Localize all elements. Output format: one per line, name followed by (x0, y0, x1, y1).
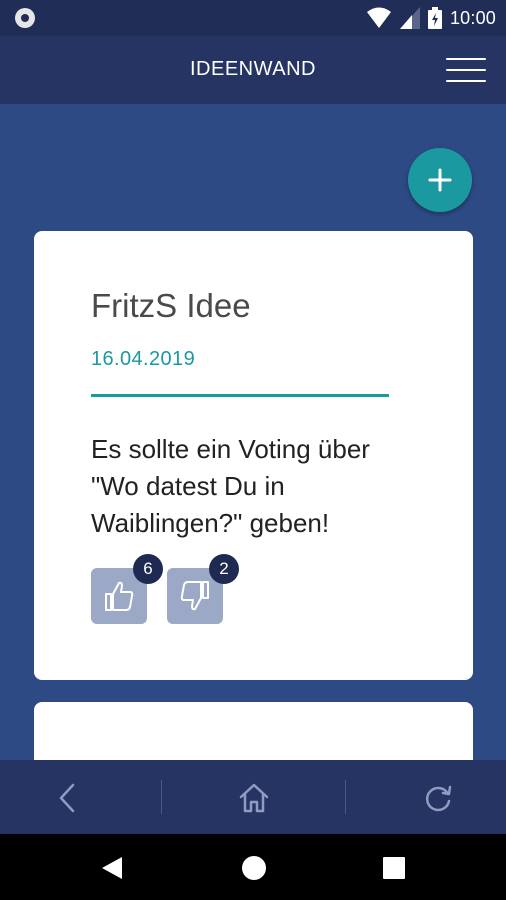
app-bar: IDEENWAND (0, 36, 506, 104)
idea-title: FritzS Idee (91, 287, 251, 324)
idea-date: 16.04.2019 (91, 348, 196, 370)
idea-text: Es sollte ein Voting über "Wo datest Du … (91, 434, 370, 538)
signal-icon (399, 7, 420, 29)
toolbar-separator (345, 780, 346, 814)
dislike-count-badge: 2 (209, 554, 239, 584)
page-title: IDEENWAND (190, 58, 316, 80)
hamburger-menu-icon[interactable] (446, 56, 488, 86)
bottom-toolbar (0, 760, 506, 834)
home-circle-icon[interactable] (240, 854, 268, 882)
toolbar-separator (161, 780, 162, 814)
status-time: 10:00 (449, 7, 496, 28)
add-idea-button[interactable] (408, 148, 472, 212)
battery-icon (427, 7, 442, 29)
back-icon (59, 783, 75, 813)
refresh-button[interactable] (418, 778, 458, 818)
thumbs-up-icon (105, 581, 134, 611)
idea-card[interactable]: FritzS Idee 16.04.2019 Es sollte ein Vot… (34, 231, 473, 680)
back-triangle-icon[interactable] (98, 854, 126, 882)
recents-square-icon[interactable] (380, 854, 408, 882)
like-button[interactable]: 6 (91, 554, 163, 624)
divider (91, 394, 389, 397)
thumbs-down-icon (180, 581, 209, 611)
system-navigation-bar (0, 834, 506, 900)
refresh-icon (425, 785, 452, 812)
status-icons: 10:00 (366, 6, 496, 30)
like-count-badge: 6 (133, 554, 163, 584)
home-icon (239, 783, 269, 813)
dislike-button[interactable]: 2 (167, 554, 239, 624)
wifi-icon (366, 7, 391, 28)
notification-circle-icon (15, 8, 35, 28)
idea-wall[interactable]: FritzS Idee 16.04.2019 Es sollte ein Vot… (0, 104, 506, 760)
idea-card[interactable] (34, 702, 473, 760)
plus-icon (428, 168, 452, 192)
status-bar: 10:00 (0, 0, 506, 36)
back-button[interactable] (48, 778, 88, 818)
home-button[interactable] (234, 778, 274, 818)
